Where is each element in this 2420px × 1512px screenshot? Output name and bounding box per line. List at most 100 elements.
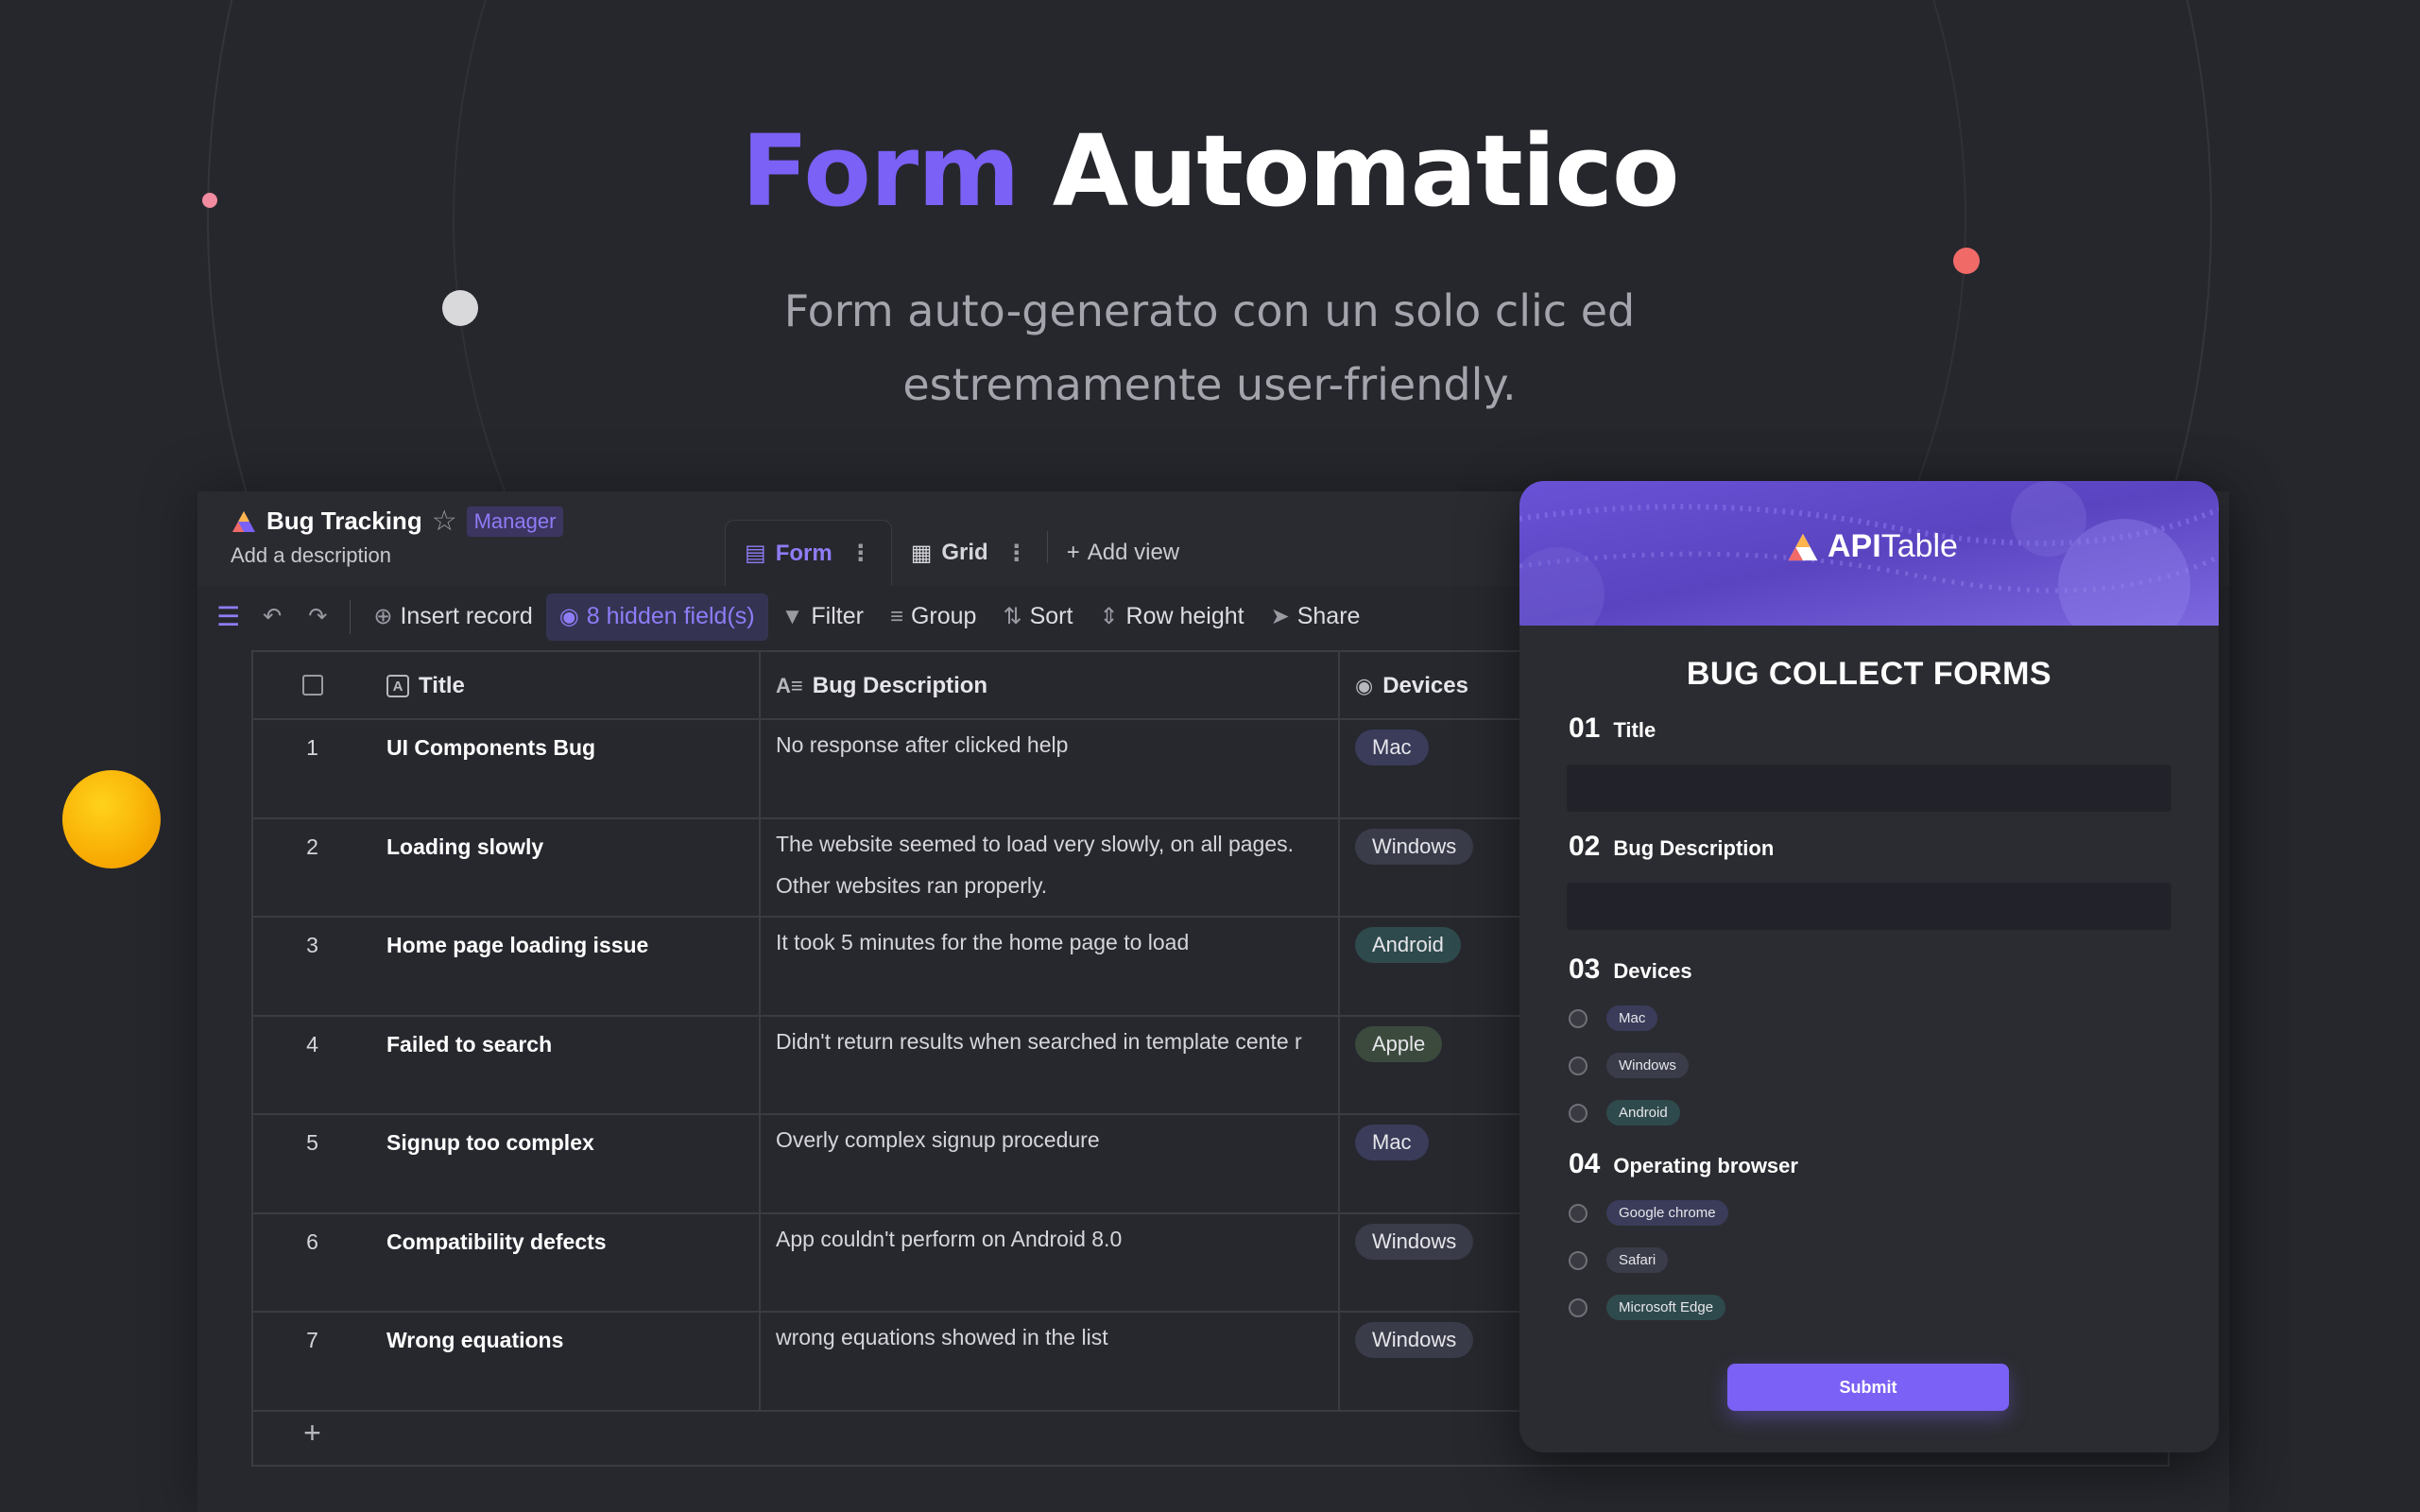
radio-button[interactable]	[1569, 1250, 1588, 1270]
device-option-android[interactable]: Android	[1569, 1100, 1680, 1125]
device-tag: Apple	[1355, 1025, 1443, 1062]
browser-option-safari[interactable]: Safari	[1569, 1247, 1669, 1273]
question-label: Operating browser	[1613, 1154, 1798, 1177]
text-field-icon: A	[386, 675, 409, 697]
question-number: 01	[1569, 713, 1601, 744]
select-all-cell	[253, 652, 371, 718]
title-cell[interactable]: Wrong equations	[371, 1313, 759, 1410]
device-tag: Windows	[1355, 1223, 1474, 1260]
radio-button[interactable]	[1569, 1008, 1588, 1028]
group-label: Group	[910, 603, 977, 629]
sort-icon: ⇅	[1003, 604, 1022, 629]
row-number: 1	[306, 735, 318, 760]
column-header-title[interactable]: A Title	[371, 652, 759, 718]
description-cell[interactable]: No response after clicked help	[759, 720, 1338, 817]
option-tag: Google chrome	[1606, 1200, 1728, 1226]
redo-button[interactable]: ↷	[295, 593, 340, 641]
column-header-bug-description[interactable]: A≡ Bug Description	[759, 652, 1338, 718]
share-button[interactable]: ➤ Share	[1258, 593, 1374, 641]
grid-icon: ▦	[910, 540, 933, 566]
device-tag: Windows	[1355, 828, 1474, 865]
radio-button[interactable]	[1569, 1203, 1588, 1223]
brand-strong: API	[1828, 528, 1881, 564]
device-tag: Mac	[1355, 730, 1429, 765]
option-tag: Android	[1606, 1100, 1680, 1125]
add-view-button[interactable]: + Add view	[1048, 520, 1198, 586]
question-number: 02	[1569, 831, 1601, 862]
submit-button[interactable]: Submit	[1727, 1364, 2009, 1411]
device-tag: Windows	[1355, 1322, 1474, 1358]
single-select-icon: ◉	[1355, 674, 1374, 697]
add-row-button[interactable]: +	[253, 1416, 371, 1451]
device-tag: Android	[1355, 927, 1461, 963]
datasheet-description[interactable]: Add a description	[231, 543, 391, 568]
question-label: Devices	[1613, 959, 1692, 983]
datasheet-name[interactable]: Bug Tracking	[266, 507, 422, 536]
radio-button[interactable]	[1569, 1103, 1588, 1123]
tab-label: Form	[775, 540, 832, 566]
description-cell[interactable]: App couldn't perform on Android 8.0	[759, 1213, 1338, 1311]
description-cell[interactable]: It took 5 minutes for the home page to l…	[759, 918, 1338, 1015]
hero-title-main: Automatico	[1052, 113, 1680, 229]
row-number: 7	[306, 1328, 318, 1352]
filter-label: Filter	[811, 603, 864, 629]
row-number: 2	[306, 833, 318, 859]
apitable-logo-icon	[1788, 533, 1818, 560]
more-icon[interactable]: ⋮	[850, 540, 872, 567]
title-cell[interactable]: Signup too complex	[371, 1115, 759, 1212]
group-button[interactable]: ≡ Group	[877, 593, 990, 641]
sort-label: Sort	[1029, 603, 1073, 629]
hidden-fields-button[interactable]: ◉ 8 hidden field(s)	[545, 593, 768, 641]
add-circle-icon: ⊕	[373, 604, 393, 629]
row-number: 3	[306, 933, 318, 957]
description-cell[interactable]: The website seemed to load very slowly, …	[759, 818, 1338, 916]
description-cell[interactable]: wrong equations showed in the list	[759, 1313, 1338, 1410]
browser-option-edge[interactable]: Microsoft Edge	[1569, 1295, 1726, 1320]
tab-grid-view[interactable]: ▦ Grid ⋮	[892, 520, 1047, 586]
select-all-checkbox[interactable]	[302, 675, 323, 696]
option-tag: Safari	[1606, 1247, 1669, 1273]
collapse-sidebar-icon[interactable]: ☰	[207, 601, 249, 632]
device-tag: Mac	[1355, 1125, 1429, 1160]
browser-option-chrome[interactable]: Google chrome	[1569, 1200, 1728, 1226]
question-bug-description: 02 Bug Description	[1569, 831, 1774, 863]
undo-button[interactable]: ↶	[249, 593, 295, 641]
brand-name: APITable	[1828, 528, 1958, 565]
form-icon: ▤	[745, 541, 766, 566]
description-cell[interactable]: Overly complex signup procedure	[759, 1115, 1338, 1212]
column-label: Bug Description	[812, 673, 988, 698]
eye-icon: ◉	[558, 604, 579, 629]
redo-icon: ↷	[308, 604, 328, 629]
title-cell[interactable]: UI Components Bug	[371, 720, 759, 817]
row-height-icon: ⇕	[1099, 604, 1119, 629]
column-label: Devices	[1382, 673, 1468, 698]
row-number: 5	[306, 1130, 318, 1155]
filter-button[interactable]: ▼ Filter	[768, 593, 877, 641]
radio-button[interactable]	[1569, 1056, 1588, 1075]
title-cell[interactable]: Loading slowly	[371, 819, 759, 917]
hero-title-accent: Form	[741, 113, 1021, 229]
description-cell[interactable]: Didn't return results when searched in t…	[759, 1016, 1338, 1113]
title-cell[interactable]: Failed to search	[371, 1017, 759, 1114]
hero-subtitle-line-2: estremamente user-friendly.	[902, 359, 1517, 410]
more-icon[interactable]: ⋮	[1005, 540, 1028, 567]
long-text-icon: A≡	[776, 674, 803, 697]
device-option-mac[interactable]: Mac	[1569, 1005, 1658, 1031]
insert-record-button[interactable]: ⊕ Insert record	[360, 593, 545, 641]
share-label: Share	[1296, 603, 1361, 629]
row-number: 6	[306, 1228, 318, 1254]
title-cell[interactable]: Home page loading issue	[371, 918, 759, 1015]
hero-subtitle: Form auto-generato con un solo clic ed e…	[737, 274, 1682, 421]
title-cell[interactable]: Compatibility defects	[371, 1214, 759, 1312]
radio-button[interactable]	[1569, 1297, 1588, 1317]
row-height-button[interactable]: ⇕ Row height	[1086, 593, 1257, 641]
title-input[interactable]	[1567, 765, 2171, 812]
sort-button[interactable]: ⇅ Sort	[989, 593, 1086, 641]
undo-icon: ↶	[263, 604, 283, 629]
bug-description-input[interactable]	[1567, 883, 2171, 930]
star-icon[interactable]: ☆	[432, 505, 457, 538]
question-label: Bug Description	[1613, 836, 1775, 860]
device-option-windows[interactable]: Windows	[1569, 1053, 1689, 1078]
tab-form-view[interactable]: ▤ Form ⋮	[725, 520, 892, 586]
insert-record-label: Insert record	[400, 603, 533, 629]
